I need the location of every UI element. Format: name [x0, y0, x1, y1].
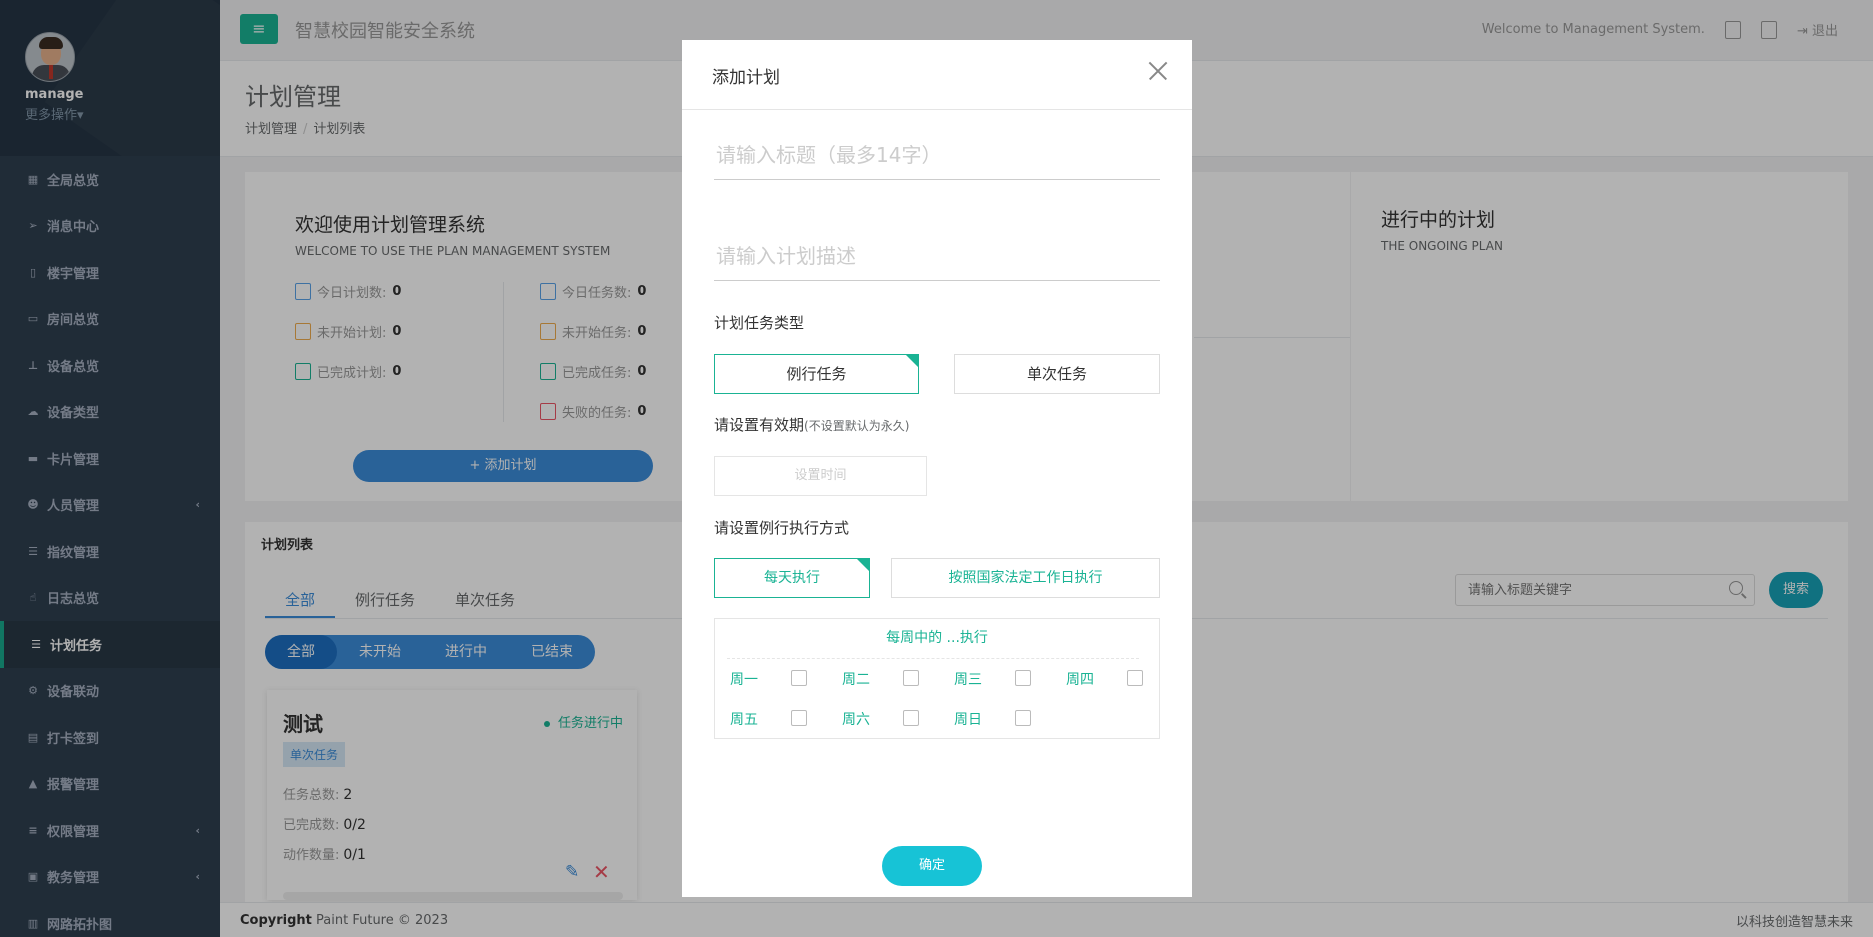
checkbox-friday[interactable]	[791, 710, 807, 726]
day-label: 周一	[730, 672, 758, 688]
checkbox-thursday[interactable]	[1127, 670, 1143, 686]
option-routine-task[interactable]: 例行任务	[714, 354, 919, 394]
add-plan-modal: 添加计划 计划任务类型 例行任务 单次任务 请设置有效期(不设置默认为永久) 设…	[682, 40, 1192, 897]
checkbox-tuesday[interactable]	[903, 670, 919, 686]
modal-header: 添加计划	[682, 40, 1192, 110]
validity-hint: (不设置默认为永久)	[804, 419, 910, 433]
option-daily[interactable]: 每天执行	[714, 558, 870, 598]
checkbox-sunday[interactable]	[1015, 710, 1031, 726]
validity-label: 请设置有效期(不设置默认为永久)	[714, 414, 909, 435]
day-label: 周日	[954, 712, 982, 728]
confirm-button[interactable]: 确定	[882, 846, 982, 886]
checkbox-monday[interactable]	[791, 670, 807, 686]
day-label: 周五	[730, 712, 758, 728]
checkbox-wednesday[interactable]	[1015, 670, 1031, 686]
day-label: 周六	[842, 712, 870, 728]
weekday-title: 每周中的 ...执行	[886, 630, 988, 646]
set-time-field[interactable]: 设置时间	[714, 456, 927, 496]
day-label: 周二	[842, 672, 870, 688]
option-single-task[interactable]: 单次任务	[954, 354, 1160, 394]
plan-description-input[interactable]	[714, 231, 1160, 281]
day-label: 周三	[954, 672, 982, 688]
divider	[727, 658, 1139, 659]
option-workdays[interactable]: 按照国家法定工作日执行	[891, 558, 1160, 598]
close-icon[interactable]	[1146, 59, 1170, 83]
task-type-label: 计划任务类型	[714, 314, 805, 332]
checkbox-saturday[interactable]	[903, 710, 919, 726]
validity-label-text: 请设置有效期	[714, 416, 805, 434]
execution-mode-label: 请设置例行执行方式	[714, 519, 850, 537]
plan-title-input[interactable]	[714, 130, 1160, 180]
day-label: 周四	[1066, 672, 1094, 688]
weekday-selector: 每周中的 ...执行 周一 周二 周三 周四 周五 周六 周日	[714, 618, 1160, 739]
modal-title: 添加计划	[712, 68, 780, 88]
